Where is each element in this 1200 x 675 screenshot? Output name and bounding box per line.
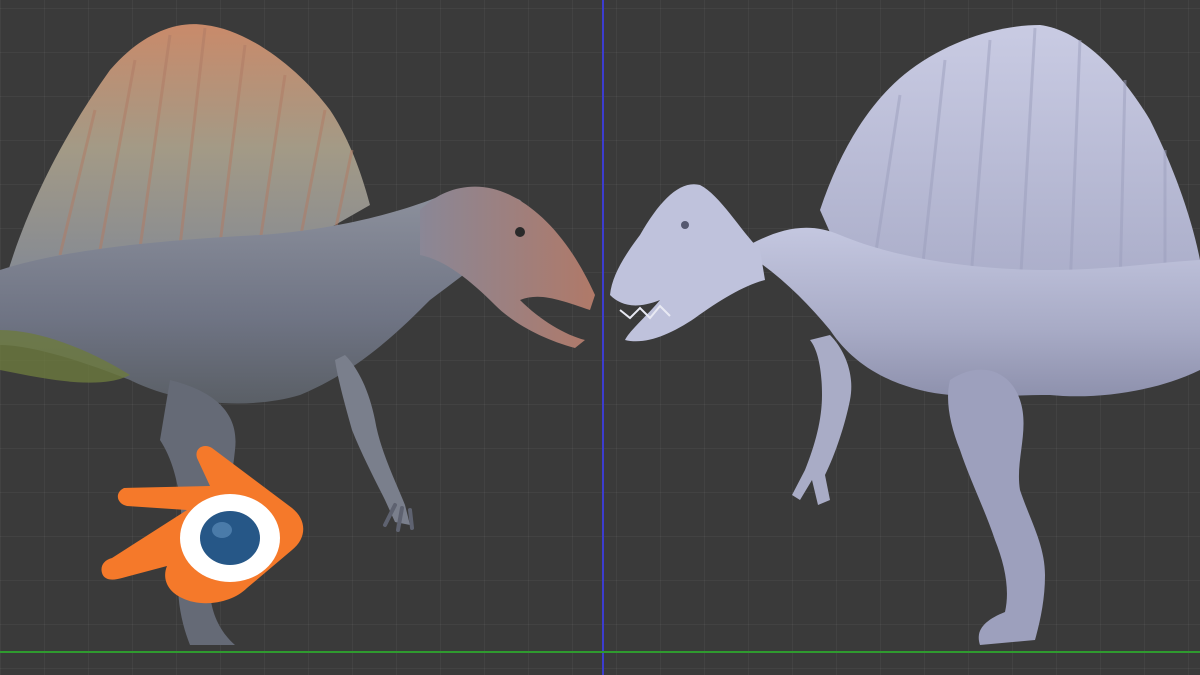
y-axis-line — [0, 651, 1200, 653]
dinosaur-sculpt-model[interactable] — [600, 0, 1200, 675]
blender-logo-icon — [101, 446, 304, 604]
z-axis-line — [602, 0, 604, 675]
3d-viewport[interactable] — [0, 0, 1200, 675]
